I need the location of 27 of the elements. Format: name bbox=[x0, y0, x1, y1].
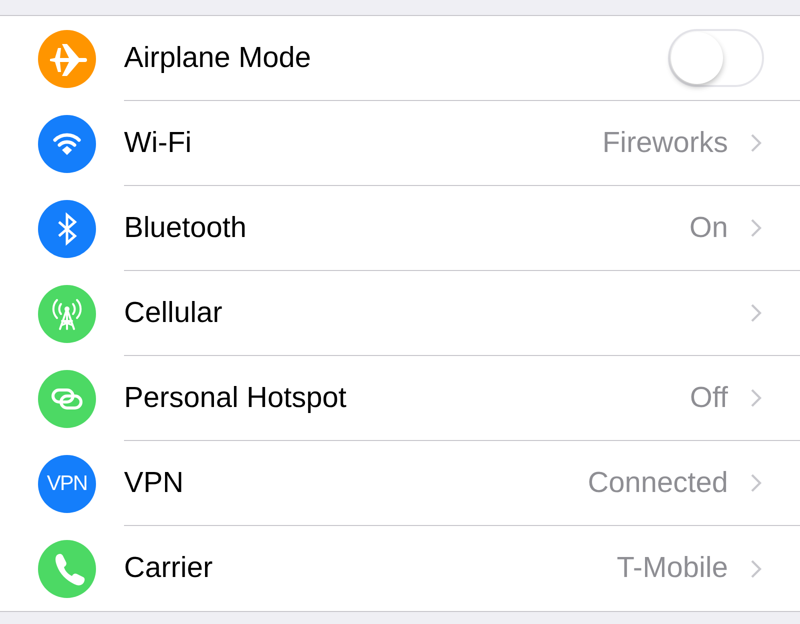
row-label: Personal Hotspot bbox=[124, 382, 348, 414]
chevron-icon bbox=[750, 218, 762, 238]
row-label: Bluetooth bbox=[124, 212, 248, 244]
settings-row[interactable]: VPN VPN Connected bbox=[0, 441, 800, 526]
row-label: Airplane Mode bbox=[124, 42, 312, 74]
chevron-icon bbox=[750, 388, 762, 408]
settings-row[interactable]: Carrier T-Mobile bbox=[0, 526, 800, 611]
settings-row[interactable]: Personal Hotspot Off bbox=[0, 356, 800, 441]
chevron-icon bbox=[750, 133, 762, 153]
chevron-icon bbox=[750, 303, 762, 323]
row-value: On bbox=[689, 212, 728, 244]
row-value: Off bbox=[690, 382, 728, 414]
chevron-icon bbox=[750, 558, 762, 578]
row-value: Connected bbox=[588, 466, 728, 500]
row-value: T-Mobile bbox=[616, 552, 728, 585]
row-label: VPN bbox=[124, 466, 185, 500]
settings-row[interactable]: Cellular bbox=[0, 271, 800, 356]
settings-row[interactable]: Airplane Mode bbox=[0, 16, 800, 101]
vpn-icon: VPN bbox=[38, 454, 96, 512]
settings-row[interactable]: Wi-Fi Fireworks bbox=[0, 101, 800, 186]
settings-row[interactable]: Bluetooth On bbox=[0, 186, 800, 271]
row-label: Carrier bbox=[124, 552, 214, 585]
row-label: Cellular bbox=[124, 296, 224, 330]
row-label: Wi-Fi bbox=[124, 126, 193, 160]
row-value: Fireworks bbox=[602, 126, 728, 160]
toggle-switch[interactable] bbox=[668, 29, 764, 87]
chevron-icon bbox=[750, 473, 762, 493]
